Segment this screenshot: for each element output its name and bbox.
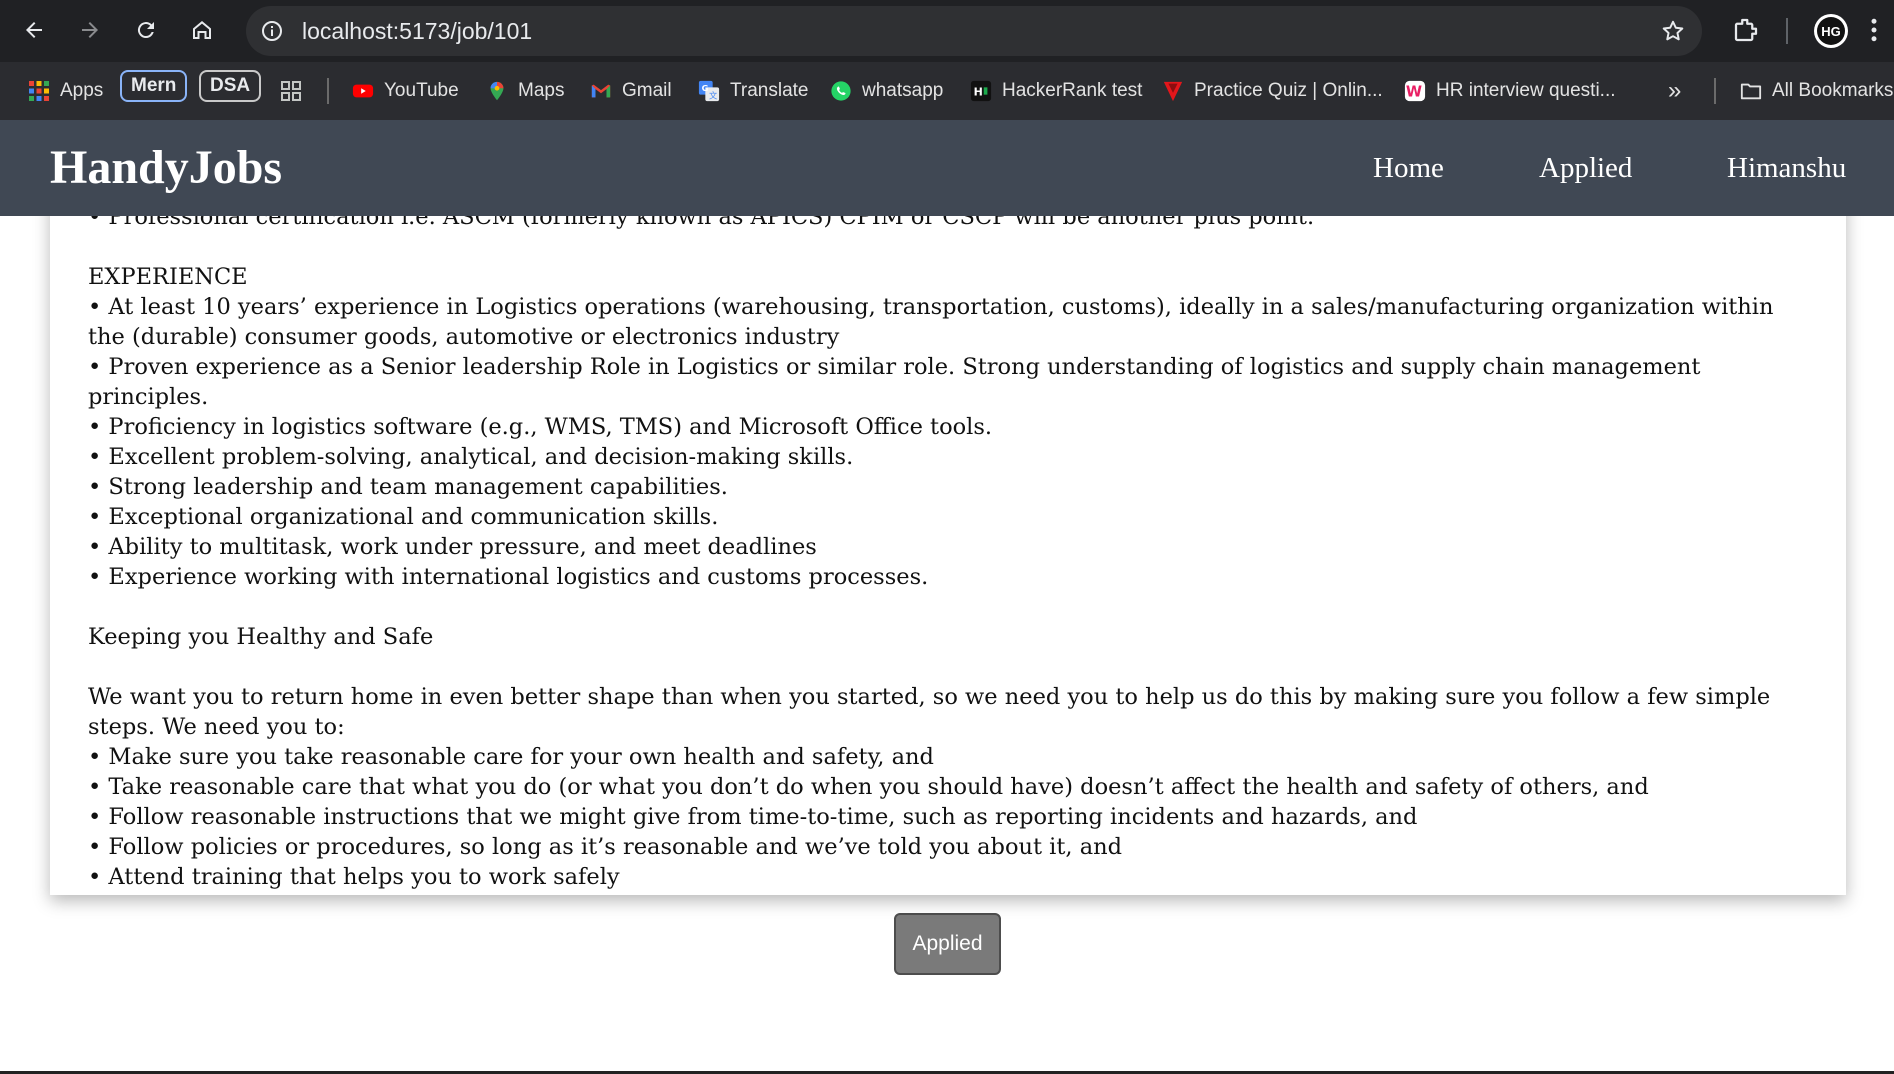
- brand-logo[interactable]: HandyJobs: [50, 120, 282, 216]
- app-navbar: HandyJobs Home Applied Himanshu: [0, 120, 1894, 216]
- home-icon: [193, 21, 211, 39]
- svg-text:W: W: [1406, 84, 1422, 101]
- experience-item: • Proven experience as a Senior leadersh…: [88, 354, 1701, 410]
- translate-icon: G文: [698, 80, 720, 102]
- bookmark-practice-quiz-label: Practice Quiz | Onlin...: [1194, 80, 1383, 101]
- toolbar-divider: [1786, 18, 1788, 44]
- bookmark-hr-interview-label: HR interview questi...: [1436, 80, 1616, 101]
- bookmark-star-icon[interactable]: [1660, 18, 1686, 44]
- all-bookmarks-label: All Bookmarks: [1772, 80, 1894, 101]
- youtube-icon: [352, 84, 374, 98]
- nav-user-link[interactable]: Himanshu: [1727, 120, 1846, 216]
- bookmark-hackerrank[interactable]: H HackerRank test: [970, 62, 1142, 120]
- bookmark-translate[interactable]: G文 Translate: [698, 62, 809, 120]
- maps-pin-icon: [490, 81, 504, 101]
- bookmark-folder-mern[interactable]: Mern: [120, 70, 188, 102]
- bookmarks-overflow-button[interactable]: »: [1668, 62, 1681, 120]
- more-menu-icon[interactable]: [1868, 15, 1880, 45]
- bookmark-hr-interview[interactable]: W HR interview questi...: [1404, 62, 1616, 120]
- profile-avatar[interactable]: HG: [1814, 14, 1848, 48]
- safety-item: • Follow reasonable instructions that we…: [88, 804, 1418, 830]
- nav-home-link[interactable]: Home: [1373, 120, 1444, 216]
- extensions-icon[interactable]: [1731, 15, 1761, 45]
- safety-intro: We want you to return home in even bette…: [88, 684, 1771, 740]
- experience-item: • Ability to multitask, work under press…: [88, 534, 817, 560]
- bookmarks-divider: [327, 78, 329, 104]
- apps-grid-icon: [29, 81, 49, 101]
- safety-item: • Attend training that helps you to work…: [88, 864, 620, 890]
- safety-heading: Keeping you Healthy and Safe: [88, 624, 434, 650]
- site-info-icon[interactable]: [260, 19, 284, 43]
- experience-item: • Strong leadership and team management …: [88, 474, 728, 500]
- profile-avatar-icon: HG: [1817, 17, 1845, 45]
- reload-button[interactable]: [128, 12, 164, 48]
- bookmark-apps-label: Apps: [60, 80, 104, 101]
- bookmark-folder-dsa[interactable]: DSA: [199, 70, 262, 102]
- bookmark-gmail-label: Gmail: [622, 80, 672, 101]
- bookmark-maps[interactable]: Maps: [486, 62, 564, 120]
- job-description-card: • Professional certification i.e. ASCM (…: [50, 160, 1846, 895]
- bookmark-whatsapp[interactable]: whatsapp: [830, 62, 943, 120]
- all-bookmarks-button[interactable]: All Bookmarks: [1740, 62, 1893, 120]
- experience-item: • Experience working with international …: [88, 564, 929, 590]
- job-description-text: • Professional certification i.e. ASCM (…: [88, 202, 1808, 892]
- tab-groups-icon: [281, 81, 301, 101]
- bookmark-gmail[interactable]: Gmail: [590, 62, 672, 120]
- whatsapp-icon: [831, 81, 851, 101]
- bookmark-hackerrank-label: HackerRank test: [1002, 80, 1143, 101]
- bookmark-translate-label: Translate: [730, 80, 809, 101]
- address-bar[interactable]: localhost:5173/job/101: [246, 6, 1702, 56]
- forward-button[interactable]: [72, 12, 108, 48]
- svg-text:H: H: [974, 86, 983, 99]
- applied-button[interactable]: Applied: [894, 913, 1001, 975]
- svg-text:文: 文: [709, 90, 717, 100]
- back-button[interactable]: [16, 12, 52, 48]
- bookmark-practice-quiz[interactable]: Practice Quiz | Onlin...: [1162, 62, 1383, 120]
- hr-interview-icon: W: [1404, 80, 1426, 102]
- gmail-icon: [591, 84, 611, 98]
- browser-toolbar: localhost:5173/job/101 HG: [0, 0, 1894, 62]
- nav-applied-link[interactable]: Applied: [1539, 120, 1632, 216]
- home-button[interactable]: [184, 12, 220, 48]
- bookmark-apps[interactable]: Apps: [28, 62, 103, 120]
- bookmark-youtube-label: YouTube: [384, 80, 459, 101]
- svg-text:G: G: [702, 83, 709, 93]
- url-text[interactable]: localhost:5173/job/101: [302, 6, 532, 56]
- experience-item: • At least 10 years’ experience in Logis…: [88, 294, 1774, 350]
- bookmark-youtube[interactable]: YouTube: [352, 62, 459, 120]
- safety-item: • Take reasonable care that what you do …: [88, 774, 1649, 800]
- reload-icon: [137, 22, 154, 39]
- safety-item: • Follow policies or procedures, so long…: [88, 834, 1123, 860]
- practice-quiz-icon: [1163, 81, 1183, 102]
- folder-icon: [1740, 83, 1762, 100]
- experience-item: • Excellent problem-solving, analytical,…: [88, 444, 854, 470]
- bookmark-whatsapp-label: whatsapp: [862, 80, 944, 101]
- bookmark-maps-label: Maps: [518, 80, 565, 101]
- forward-arrow-icon: [82, 22, 98, 38]
- experience-heading: EXPERIENCE: [88, 264, 248, 290]
- bookmarks-divider-right: [1714, 78, 1716, 104]
- hackerrank-icon: H: [970, 80, 992, 102]
- safety-item: • Make sure you take reasonable care for…: [88, 744, 934, 770]
- bookmark-grid-shortcut[interactable]: [280, 62, 312, 120]
- experience-item: • Proficiency in logistics software (e.g…: [88, 414, 993, 440]
- experience-item: • Exceptional organizational and communi…: [88, 504, 719, 530]
- back-arrow-icon: [26, 22, 42, 38]
